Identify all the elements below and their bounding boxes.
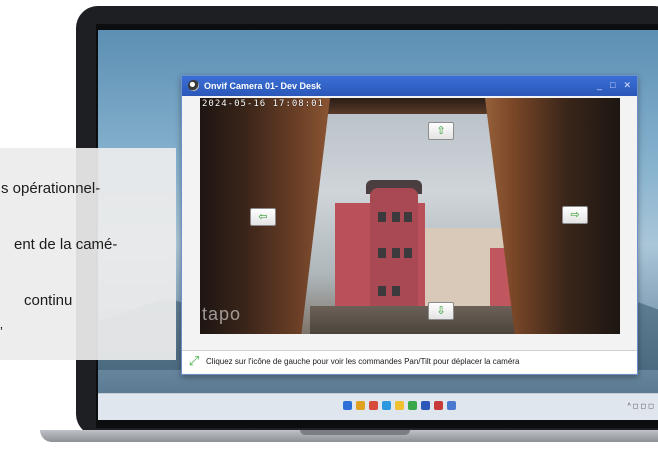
- app-icon[interactable]: [421, 401, 430, 410]
- tapo-watermark: tapo: [202, 304, 242, 324]
- minimize-button[interactable]: _: [597, 80, 602, 91]
- video-window: [392, 286, 400, 296]
- pan-tilt-up-button[interactable]: ⇧: [428, 122, 454, 140]
- app-icon[interactable]: [369, 401, 378, 410]
- video-window: [378, 286, 386, 296]
- video-sidewalk: [310, 306, 530, 334]
- card-text-line: ’: [0, 324, 3, 339]
- card-text-line: ent de la camé-: [14, 236, 118, 253]
- pan-tilt-down-button[interactable]: ⇩: [428, 302, 454, 320]
- window-title: Onvif Camera 01- Dev Desk: [204, 81, 322, 91]
- app-icon[interactable]: [408, 401, 417, 410]
- video-window: [392, 212, 400, 222]
- camera-window: Onvif Camera 01- Dev Desk _ □ ✕ 2024-05-…: [181, 75, 638, 375]
- video-window: [378, 212, 386, 222]
- status-bar: ⤢ Cliquez sur l'icône de gauche pour voi…: [182, 350, 637, 373]
- arrow-left-icon: ⇦: [258, 210, 268, 223]
- app-icon[interactable]: [356, 401, 365, 410]
- start-icon[interactable]: [343, 401, 352, 410]
- app-icon[interactable]: [382, 401, 391, 410]
- system-tray[interactable]: ^ ◻ ◻ ◻: [627, 402, 654, 410]
- arrow-right-icon: ⇨: [570, 208, 580, 221]
- expand-arrows-icon[interactable]: ⤢: [186, 354, 202, 370]
- folder-icon[interactable]: [395, 401, 404, 410]
- taskbar: ^ ◻ ◻ ◻: [98, 393, 658, 420]
- status-hint: Cliquez sur l'icône de gauche pour voir …: [206, 357, 520, 366]
- arrow-up-icon: ⇧: [436, 124, 446, 137]
- close-button[interactable]: ✕: [623, 80, 631, 91]
- overlay-text-card: s opérationnel- ent de la camé- continu …: [0, 148, 176, 360]
- video-window: [378, 248, 386, 258]
- pan-tilt-left-button[interactable]: ⇦: [250, 208, 276, 226]
- app-icon[interactable]: [447, 401, 456, 410]
- window-controls: _ □ ✕: [597, 80, 631, 91]
- card-text-line: continu: [24, 292, 73, 309]
- camera-video-feed: 2024-05-16 17:08:01 tapo ⇧ ⇩ ⇦ ⇨: [200, 98, 620, 334]
- arrow-down-icon: ⇩: [436, 304, 446, 317]
- video-timestamp: 2024-05-16 17:08:01: [202, 99, 324, 109]
- card-text-line: s opérationnel-: [1, 180, 101, 197]
- camera-app-icon: [188, 80, 199, 91]
- video-window: [404, 248, 412, 258]
- laptop-notch: [300, 430, 410, 435]
- maximize-button[interactable]: □: [610, 80, 615, 91]
- video-window: [404, 212, 412, 222]
- taskbar-icons: [343, 401, 456, 410]
- title-bar[interactable]: Onvif Camera 01- Dev Desk _ □ ✕: [182, 76, 637, 96]
- video-window: [392, 248, 400, 258]
- app-icon[interactable]: [434, 401, 443, 410]
- pan-tilt-right-button[interactable]: ⇨: [562, 206, 588, 224]
